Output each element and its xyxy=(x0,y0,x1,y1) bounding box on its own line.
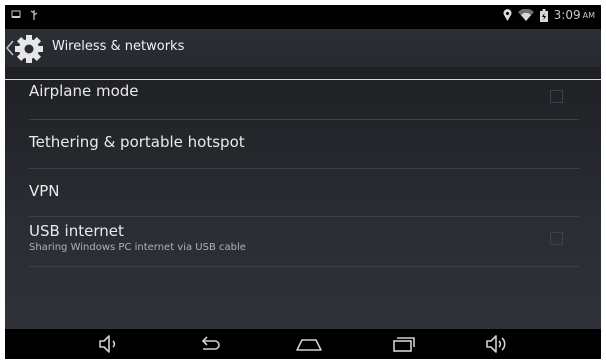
action-bar[interactable]: Wireless & networks xyxy=(5,29,601,67)
battery-icon xyxy=(539,8,548,22)
navigation-bar xyxy=(5,329,601,359)
list-divider xyxy=(29,266,579,267)
location-icon xyxy=(503,8,512,21)
home-icon[interactable] xyxy=(294,333,324,355)
status-bar: 3:09 AM xyxy=(5,5,601,29)
screen: 3:09 AM Wireless & networks Airplane mod… xyxy=(5,5,601,359)
airplane-mode-label: Airplane mode xyxy=(29,82,139,100)
usb-internet-checkbox[interactable] xyxy=(550,232,563,245)
settings-list: Airplane mode Tethering & portable hotsp… xyxy=(5,67,601,329)
settings-gear-icon xyxy=(15,35,43,63)
page-title: Wireless & networks xyxy=(52,39,185,54)
volume-down-icon[interactable] xyxy=(97,333,121,355)
wifi-icon xyxy=(517,9,534,21)
list-item-usb-internet[interactable]: USB internet Sharing Windows PC internet… xyxy=(29,217,579,267)
status-right: 3:09 AM xyxy=(503,8,595,22)
vpn-label: VPN xyxy=(29,182,60,200)
usb-internet-summary: Sharing Windows PC internet via USB cabl… xyxy=(29,242,246,253)
status-ampm: AM xyxy=(582,10,595,20)
list-item-vpn[interactable]: VPN xyxy=(29,169,579,217)
usb-internet-label: USB internet xyxy=(29,222,124,240)
usb-icon xyxy=(30,10,38,20)
back-icon[interactable] xyxy=(198,333,222,355)
recents-icon[interactable] xyxy=(391,333,415,355)
airplane-mode-checkbox[interactable] xyxy=(550,90,563,103)
tethering-label: Tethering & portable hotspot xyxy=(29,133,245,151)
volume-up-icon[interactable] xyxy=(485,333,509,355)
status-time: 3:09 xyxy=(553,8,581,22)
notification-icon xyxy=(11,10,21,18)
status-left xyxy=(11,9,39,21)
list-item-airplane-mode[interactable]: Airplane mode xyxy=(29,80,579,120)
list-item-tethering[interactable]: Tethering & portable hotspot xyxy=(29,120,579,169)
